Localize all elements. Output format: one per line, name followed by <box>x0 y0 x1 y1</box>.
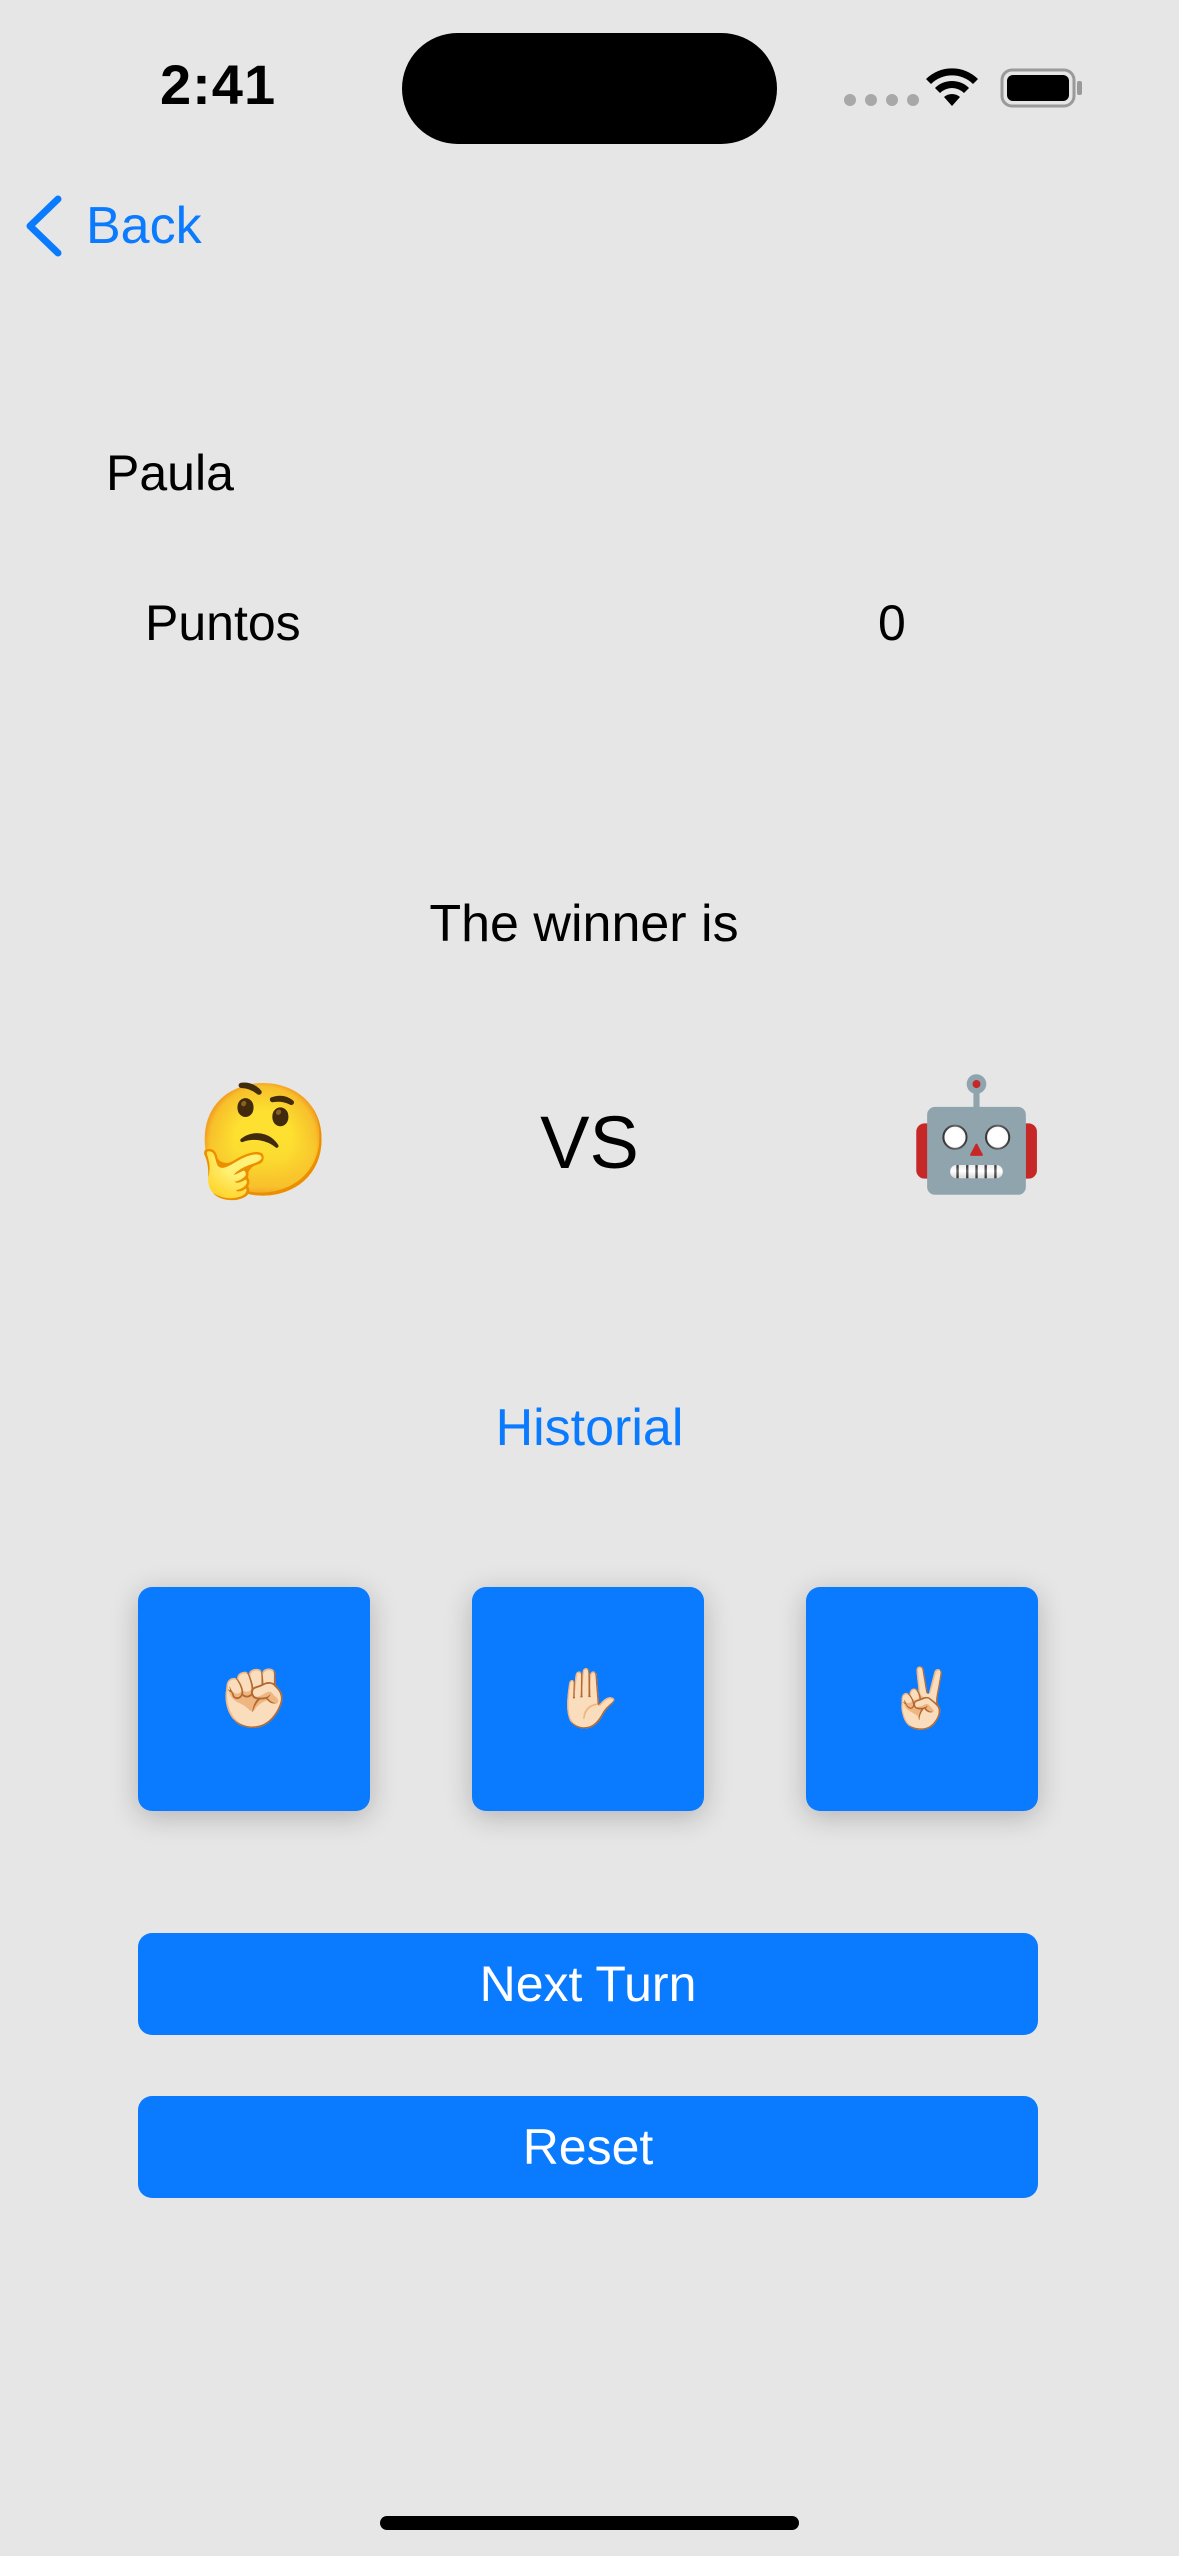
robot-icon: 🤖 <box>908 1073 1045 1196</box>
next-turn-label: Next Turn <box>479 1956 697 2012</box>
next-turn-button[interactable]: Next Turn <box>138 1933 1038 2035</box>
battery-icon <box>1000 68 1082 108</box>
rock-button[interactable]: ✊🏻 <box>138 1587 370 1811</box>
back-button[interactable]: Back <box>24 195 202 257</box>
chevron-left-icon <box>26 195 62 257</box>
points-label: Puntos <box>145 595 301 651</box>
cellular-signal-icon <box>844 94 919 106</box>
winner-text: The winner is <box>429 895 739 953</box>
raised-hand-icon: ✋🏻 <box>551 1666 625 1731</box>
scissors-button[interactable]: ✌🏻 <box>806 1587 1038 1811</box>
victory-hand-icon: ✌🏻 <box>885 1666 959 1731</box>
dynamic-island <box>402 33 777 144</box>
points-value: 0 <box>878 595 906 651</box>
back-label: Back <box>86 197 202 255</box>
status-time: 2:41 <box>160 53 277 116</box>
history-link[interactable]: Historial <box>0 1398 1179 1458</box>
paper-button[interactable]: ✋🏻 <box>472 1587 704 1811</box>
wifi-icon <box>926 68 978 106</box>
player-name: Paula <box>106 445 234 501</box>
reset-label: Reset <box>522 2119 654 2175</box>
reset-button[interactable]: Reset <box>138 2096 1038 2198</box>
home-indicator[interactable] <box>380 2516 799 2530</box>
raised-fist-icon: ✊🏻 <box>217 1666 291 1731</box>
